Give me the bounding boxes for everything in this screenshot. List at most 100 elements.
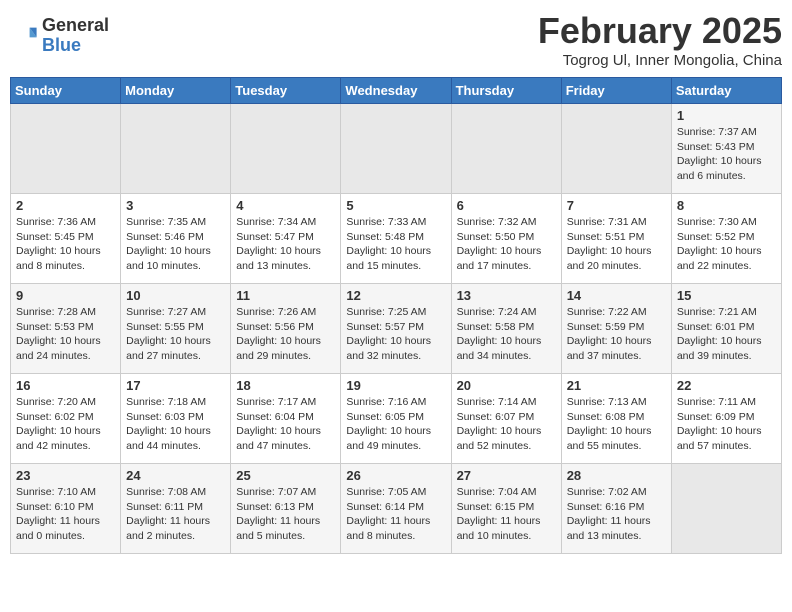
day-info: Sunrise: 7:36 AM Sunset: 5:45 PM Dayligh… — [16, 215, 115, 274]
title-block: February 2025 Togrog Ul, Inner Mongolia,… — [538, 10, 782, 69]
calendar-day-cell: 6 Sunrise: 7:32 AM Sunset: 5:50 PM Daylig… — [451, 194, 561, 284]
calendar-day-cell: 5 Sunrise: 7:33 AM Sunset: 5:48 PM Daylig… — [341, 194, 451, 284]
day-number: 15 — [677, 288, 776, 303]
calendar-day-cell: 21 Sunrise: 7:13 AM Sunset: 6:08 PM Dayli… — [561, 374, 671, 464]
day-info: Sunrise: 7:34 AM Sunset: 5:47 PM Dayligh… — [236, 215, 335, 274]
header-day-saturday: Saturday — [671, 78, 781, 104]
day-number: 23 — [16, 468, 115, 483]
day-number: 13 — [457, 288, 556, 303]
logo-icon — [10, 22, 38, 50]
calendar-day-cell: 16 Sunrise: 7:20 AM Sunset: 6:02 PM Dayli… — [11, 374, 121, 464]
day-number: 19 — [346, 378, 445, 393]
day-info: Sunrise: 7:16 AM Sunset: 6:05 PM Dayligh… — [346, 395, 445, 454]
calendar-day-cell: 8Sunrise: 7:30 AM Sunset: 5:52 PM Daylig… — [671, 194, 781, 284]
day-number: 21 — [567, 378, 666, 393]
calendar-day-cell: 18 Sunrise: 7:17 AM Sunset: 6:04 PM Dayli… — [231, 374, 341, 464]
day-info: Sunrise: 7:25 AM Sunset: 5:57 PM Dayligh… — [346, 305, 445, 364]
day-info: Sunrise: 7:05 AM Sunset: 6:14 PM Dayligh… — [346, 485, 445, 544]
day-info: Sunrise: 7:28 AM Sunset: 5:53 PM Dayligh… — [16, 305, 115, 364]
logo-general-text: General — [42, 16, 109, 36]
header-day-tuesday: Tuesday — [231, 78, 341, 104]
day-info: Sunrise: 7:37 AM Sunset: 5:43 PM Dayligh… — [677, 125, 776, 184]
logo: General Blue — [10, 16, 109, 56]
calendar-day-cell — [671, 464, 781, 554]
day-info: Sunrise: 7:13 AM Sunset: 6:08 PM Dayligh… — [567, 395, 666, 454]
day-number: 12 — [346, 288, 445, 303]
calendar-day-cell: 20Sunrise: 7:14 AM Sunset: 6:07 PM Dayli… — [451, 374, 561, 464]
day-info: Sunrise: 7:22 AM Sunset: 5:59 PM Dayligh… — [567, 305, 666, 364]
calendar-day-cell: 11 Sunrise: 7:26 AM Sunset: 5:56 PM Dayli… — [231, 284, 341, 374]
day-info: Sunrise: 7:21 AM Sunset: 6:01 PM Dayligh… — [677, 305, 776, 364]
day-info: Sunrise: 7:35 AM Sunset: 5:46 PM Dayligh… — [126, 215, 225, 274]
calendar-week-row: 23Sunrise: 7:10 AM Sunset: 6:10 PM Dayli… — [11, 464, 782, 554]
calendar-day-cell — [341, 104, 451, 194]
day-info: Sunrise: 7:26 AM Sunset: 5:56 PM Dayligh… — [236, 305, 335, 364]
day-number: 2 — [16, 198, 115, 213]
day-number: 16 — [16, 378, 115, 393]
day-number: 27 — [457, 468, 556, 483]
day-info: Sunrise: 7:18 AM Sunset: 6:03 PM Dayligh… — [126, 395, 225, 454]
calendar-day-cell: 25 Sunrise: 7:07 AM Sunset: 6:13 PM Dayli… — [231, 464, 341, 554]
day-info: Sunrise: 7:27 AM Sunset: 5:55 PM Dayligh… — [126, 305, 225, 364]
calendar-day-cell: 2 Sunrise: 7:36 AM Sunset: 5:45 PM Daylig… — [11, 194, 121, 284]
calendar-header-row: SundayMondayTuesdayWednesdayThursdayFrid… — [11, 78, 782, 104]
calendar-day-cell — [451, 104, 561, 194]
calendar-week-row: 1 Sunrise: 7:37 AM Sunset: 5:43 PM Daylig… — [11, 104, 782, 194]
day-number: 5 — [346, 198, 445, 213]
day-number: 14 — [567, 288, 666, 303]
calendar-day-cell: 17 Sunrise: 7:18 AM Sunset: 6:03 PM Dayli… — [121, 374, 231, 464]
header-day-monday: Monday — [121, 78, 231, 104]
day-number: 1 — [677, 108, 776, 123]
header-day-friday: Friday — [561, 78, 671, 104]
calendar-week-row: 16 Sunrise: 7:20 AM Sunset: 6:02 PM Dayli… — [11, 374, 782, 464]
calendar-day-cell: 23Sunrise: 7:10 AM Sunset: 6:10 PM Dayli… — [11, 464, 121, 554]
day-info: Sunrise: 7:17 AM Sunset: 6:04 PM Dayligh… — [236, 395, 335, 454]
day-number: 7 — [567, 198, 666, 213]
day-number: 8 — [677, 198, 776, 213]
day-info: Sunrise: 7:20 AM Sunset: 6:02 PM Dayligh… — [16, 395, 115, 454]
day-info: Sunrise: 7:11 AM Sunset: 6:09 PM Dayligh… — [677, 395, 776, 454]
day-number: 26 — [346, 468, 445, 483]
calendar-day-cell: 12 Sunrise: 7:25 AM Sunset: 5:57 PM Dayli… — [341, 284, 451, 374]
calendar-day-cell: 22Sunrise: 7:11 AM Sunset: 6:09 PM Dayli… — [671, 374, 781, 464]
day-info: Sunrise: 7:07 AM Sunset: 6:13 PM Dayligh… — [236, 485, 335, 544]
day-number: 18 — [236, 378, 335, 393]
day-info: Sunrise: 7:08 AM Sunset: 6:11 PM Dayligh… — [126, 485, 225, 544]
calendar-day-cell: 28Sunrise: 7:02 AM Sunset: 6:16 PM Dayli… — [561, 464, 671, 554]
calendar-day-cell — [11, 104, 121, 194]
calendar-day-cell: 26 Sunrise: 7:05 AM Sunset: 6:14 PM Dayli… — [341, 464, 451, 554]
calendar-day-cell: 4 Sunrise: 7:34 AM Sunset: 5:47 PM Daylig… — [231, 194, 341, 284]
calendar-day-cell: 14 Sunrise: 7:22 AM Sunset: 5:59 PM Dayli… — [561, 284, 671, 374]
calendar-week-row: 9 Sunrise: 7:28 AM Sunset: 5:53 PM Daylig… — [11, 284, 782, 374]
day-number: 24 — [126, 468, 225, 483]
day-info: Sunrise: 7:04 AM Sunset: 6:15 PM Dayligh… — [457, 485, 556, 544]
calendar-day-cell: 19 Sunrise: 7:16 AM Sunset: 6:05 PM Dayli… — [341, 374, 451, 464]
day-number: 4 — [236, 198, 335, 213]
day-number: 11 — [236, 288, 335, 303]
calendar-day-cell: 15 Sunrise: 7:21 AM Sunset: 6:01 PM Dayli… — [671, 284, 781, 374]
day-number: 28 — [567, 468, 666, 483]
calendar-day-cell: 27 Sunrise: 7:04 AM Sunset: 6:15 PM Dayli… — [451, 464, 561, 554]
day-info: Sunrise: 7:32 AM Sunset: 5:50 PM Dayligh… — [457, 215, 556, 274]
calendar-day-cell: 13Sunrise: 7:24 AM Sunset: 5:58 PM Dayli… — [451, 284, 561, 374]
day-number: 25 — [236, 468, 335, 483]
calendar-day-cell: 9 Sunrise: 7:28 AM Sunset: 5:53 PM Daylig… — [11, 284, 121, 374]
day-number: 6 — [457, 198, 556, 213]
calendar-day-cell — [231, 104, 341, 194]
day-info: Sunrise: 7:33 AM Sunset: 5:48 PM Dayligh… — [346, 215, 445, 274]
calendar-day-cell: 10Sunrise: 7:27 AM Sunset: 5:55 PM Dayli… — [121, 284, 231, 374]
logo-blue-text: Blue — [42, 36, 109, 56]
calendar-table: SundayMondayTuesdayWednesdayThursdayFrid… — [10, 77, 782, 554]
location-text: Togrog Ul, Inner Mongolia, China — [538, 52, 782, 69]
header-day-wednesday: Wednesday — [341, 78, 451, 104]
day-number: 20 — [457, 378, 556, 393]
month-title: February 2025 — [538, 10, 782, 52]
calendar-day-cell: 3 Sunrise: 7:35 AM Sunset: 5:46 PM Daylig… — [121, 194, 231, 284]
day-number: 3 — [126, 198, 225, 213]
calendar-day-cell: 24 Sunrise: 7:08 AM Sunset: 6:11 PM Dayli… — [121, 464, 231, 554]
page-header: General Blue February 2025 Togrog Ul, In… — [10, 10, 782, 69]
day-number: 17 — [126, 378, 225, 393]
header-day-sunday: Sunday — [11, 78, 121, 104]
day-number: 9 — [16, 288, 115, 303]
header-day-thursday: Thursday — [451, 78, 561, 104]
